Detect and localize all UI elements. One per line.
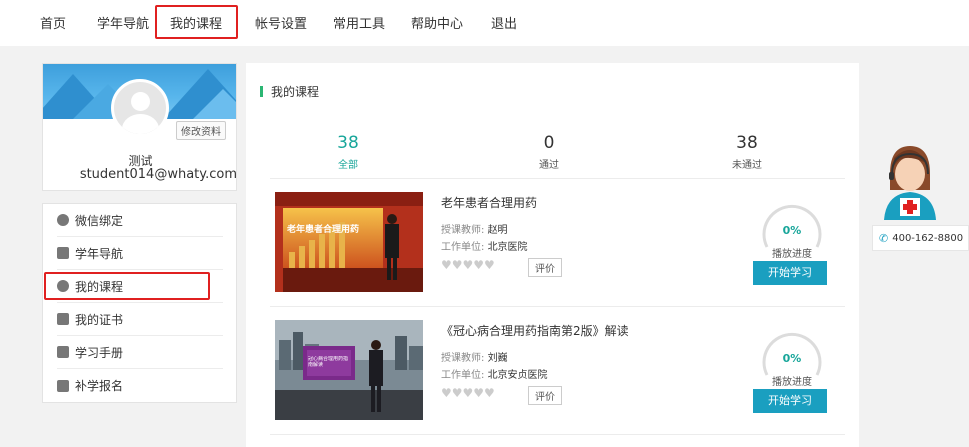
start-learning-button[interactable]: 开始学习 [753, 261, 827, 285]
customer-service-icon[interactable] [872, 140, 948, 220]
progress-value: 0% [782, 224, 802, 237]
course-teacher: 授课教师: 刘巍 [441, 349, 508, 364]
rate-button[interactable]: 评价 [528, 258, 562, 277]
stat-all-label: 全部 [338, 160, 358, 171]
start-learning-button[interactable]: 开始学习 [753, 389, 827, 413]
course-title[interactable]: 老年患者合理用药 [441, 194, 537, 211]
divider [270, 178, 845, 179]
rate-button[interactable]: 评价 [528, 386, 562, 405]
nav-account-settings[interactable]: 帐号设置 [255, 13, 307, 32]
sidebar-item-certificates[interactable]: 我的证书 [57, 303, 223, 336]
main-panel: 我的课程 38 全部 0 通过 38 未通过 老年患者合理用药 老年患者合理用药… [246, 63, 859, 447]
stat-passed[interactable]: 0 通过 [509, 133, 589, 171]
progress-value: 0% [782, 352, 802, 365]
book-icon [57, 247, 69, 259]
sidebar-item-label: 学年导航 [75, 246, 124, 261]
sidebar-menu: 微信绑定 学年导航 我的课程 我的证书 学习手册 补学报名 [42, 203, 237, 403]
sidebar-item-wechat[interactable]: 微信绑定 [57, 204, 223, 237]
sidebar-highlight-box [44, 272, 210, 300]
thumb-text: 老年患者合理用药 [287, 225, 360, 235]
teacher-label: 授课教师: [441, 225, 485, 236]
edit-profile-button[interactable]: 修改资料 [176, 121, 226, 140]
teacher-name: 赵明 [487, 225, 508, 236]
unit-label: 工作单位: [441, 370, 485, 381]
sidebar-item-year-guide[interactable]: 学年导航 [57, 237, 223, 270]
sidebar-item-label: 我的证书 [75, 312, 124, 327]
course-unit: 工作单位: 北京安贞医院 [441, 366, 548, 381]
course-teacher: 授课教师: 赵明 [441, 221, 508, 236]
stat-all[interactable]: 38 全部 [308, 133, 388, 171]
signup-icon [57, 379, 69, 392]
stat-not-passed-value: 38 [736, 133, 758, 153]
nav-highlight-box [155, 5, 238, 39]
rating-hearts-icon[interactable]: ♥♥♥♥♥ [441, 386, 495, 400]
rating-hearts-icon[interactable]: ♥♥♥♥♥ [441, 258, 495, 272]
sidebar-item-label: 学习手册 [75, 345, 124, 360]
wechat-icon [57, 214, 69, 226]
phone-icon: ✆ [879, 231, 889, 245]
stat-passed-label: 通过 [539, 160, 559, 171]
unit-name: 北京医院 [487, 242, 528, 253]
thumb-text: 冠心病合理用药指南解读 [308, 356, 349, 368]
progress-label: 播放进度 [772, 249, 812, 260]
course-thumbnail[interactable]: 冠心病合理用药指南解读 [275, 320, 423, 420]
profile-email: student014@whaty.com [79, 167, 237, 182]
service-phone[interactable]: ✆ 400-162-8800 [872, 225, 969, 251]
teacher-label: 授课教师: [441, 353, 485, 364]
divider [270, 306, 845, 307]
top-nav: 首页 学年导航 我的课程 帐号设置 常用工具 帮助中心 退出 [0, 0, 969, 46]
manual-icon [57, 346, 69, 358]
nav-home[interactable]: 首页 [40, 13, 66, 32]
course-unit: 工作单位: 北京医院 [441, 238, 528, 253]
nav-year-guide[interactable]: 学年导航 [97, 13, 149, 32]
stat-passed-value: 0 [543, 133, 555, 153]
course-item: 老年患者合理用药 老年患者合理用药 授课教师: 赵明 工作单位: 北京医院 ♥♥… [275, 192, 845, 307]
unit-label: 工作单位: [441, 242, 485, 253]
nav-tools[interactable]: 常用工具 [333, 13, 385, 32]
progress-label: 播放进度 [772, 377, 812, 388]
unit-name: 北京安贞医院 [487, 370, 548, 381]
stat-all-value: 38 [337, 133, 359, 153]
sidebar-item-signup[interactable]: 补学报名 [57, 369, 223, 402]
teacher-name: 刘巍 [487, 353, 508, 364]
profile-card: 修改资料 测试 student014@whaty.com [42, 63, 237, 191]
certificate-icon [57, 313, 69, 325]
course-thumbnail[interactable]: 老年患者合理用药 [275, 192, 423, 292]
sidebar-item-label: 微信绑定 [75, 213, 124, 228]
stat-not-passed[interactable]: 38 未通过 [707, 133, 787, 171]
service-phone-number: 400-162-8800 [892, 232, 964, 244]
nav-logout[interactable]: 退出 [491, 13, 517, 32]
course-item: 冠心病合理用药指南解读 《冠心病合理用药指南第2版》解读 授课教师: 刘巍 工作… [275, 320, 845, 435]
nav-help-center[interactable]: 帮助中心 [411, 13, 463, 32]
sidebar-item-label: 补学报名 [75, 379, 124, 393]
avatar[interactable] [111, 79, 169, 137]
course-title[interactable]: 《冠心病合理用药指南第2版》解读 [441, 322, 629, 339]
section-title: 我的课程 [260, 83, 319, 100]
divider [270, 434, 845, 435]
sidebar-item-manual[interactable]: 学习手册 [57, 336, 223, 369]
stat-not-passed-label: 未通过 [732, 160, 762, 171]
section-title-text: 我的课程 [271, 85, 320, 99]
